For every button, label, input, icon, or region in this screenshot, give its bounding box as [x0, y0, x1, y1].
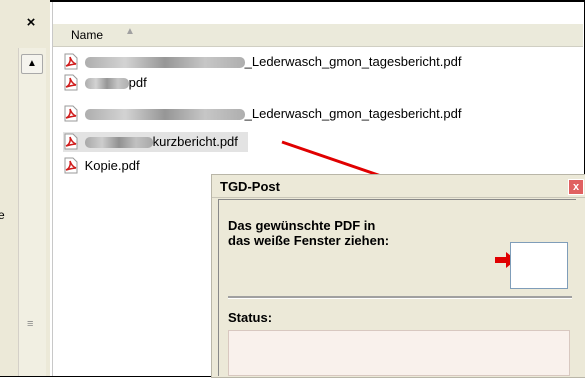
- status-label: Status:: [228, 310, 273, 325]
- pdf-drop-target[interactable]: [510, 242, 568, 289]
- dialog-title: TGD-Post: [220, 179, 280, 194]
- divider: [228, 296, 572, 299]
- dialog-body: Das gewünschte PDF in das weiße Fenster …: [218, 199, 576, 376]
- close-icon[interactable]: x: [568, 179, 584, 195]
- dialog-titlebar[interactable]: TGD-Post x: [212, 175, 585, 198]
- instruction-text: Das gewünschte PDF in das weiße Fenster …: [228, 218, 389, 248]
- instruction-line-1: Das gewünschte PDF in: [228, 218, 376, 233]
- tgd-post-dialog: TGD-Post x Das gewünschte PDF in das wei…: [211, 174, 585, 378]
- instruction-line-2: das weiße Fenster ziehen:: [228, 233, 390, 248]
- status-output: [228, 330, 570, 376]
